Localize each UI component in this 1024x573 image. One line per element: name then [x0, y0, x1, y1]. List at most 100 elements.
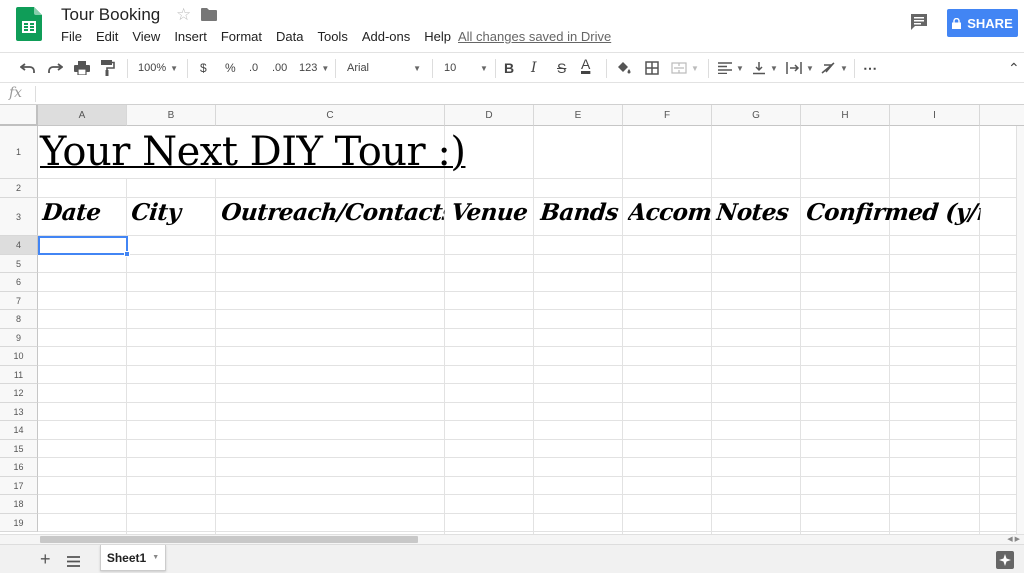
fill-color-icon[interactable]: [616, 59, 632, 77]
column-header-b[interactable]: B: [127, 105, 216, 126]
bold-button[interactable]: B: [504, 59, 514, 77]
font-size-select[interactable]: 10 ▼: [444, 59, 488, 77]
increase-decimals-button[interactable]: .00: [272, 59, 287, 77]
sheets-logo-icon[interactable]: [16, 7, 42, 41]
row-header-19[interactable]: 19: [0, 514, 38, 532]
horizontal-scrollbar[interactable]: ◀ ▶: [0, 534, 1024, 544]
folder-icon[interactable]: [201, 8, 217, 21]
row-header-3[interactable]: 3: [0, 198, 38, 236]
header-cell-outreach-contacts[interactable]: Outreach/Contacts: [219, 199, 446, 235]
share-button[interactable]: SHARE: [947, 9, 1018, 37]
header-cell-date[interactable]: Date: [40, 199, 128, 235]
select-all-corner[interactable]: [0, 105, 38, 126]
add-sheet-button[interactable]: +: [40, 549, 51, 570]
header-cell-city[interactable]: City: [129, 199, 217, 235]
scroll-arrows-icon[interactable]: ◀ ▶: [1007, 535, 1020, 543]
strikethrough-button[interactable]: S: [557, 59, 566, 77]
explore-button[interactable]: [996, 551, 1014, 569]
row-header-9[interactable]: 9: [0, 329, 38, 347]
font-family-select[interactable]: Arial ▼: [347, 59, 421, 77]
active-cell-a4[interactable]: [38, 236, 128, 255]
row-header-15[interactable]: 15: [0, 440, 38, 458]
zoom-select[interactable]: 100% ▼: [138, 59, 178, 77]
undo-icon[interactable]: [20, 59, 36, 77]
paint-format-icon[interactable]: [101, 59, 115, 77]
menu-view[interactable]: View: [132, 29, 160, 45]
column-header-f[interactable]: F: [623, 105, 712, 126]
chevron-down-icon[interactable]: ▼: [152, 554, 159, 561]
column-header-i[interactable]: I: [890, 105, 980, 126]
merge-cells-icon: ▼: [671, 59, 699, 77]
menu-help[interactable]: Help: [424, 29, 451, 45]
column-header-g[interactable]: G: [712, 105, 801, 126]
row-header-6[interactable]: 6: [0, 273, 38, 292]
menu-format[interactable]: Format: [221, 29, 262, 45]
row-header-5[interactable]: 5: [0, 255, 38, 273]
header-cell-bands[interactable]: Bands: [538, 199, 624, 235]
lock-icon: [952, 17, 962, 29]
fill-handle[interactable]: [124, 251, 130, 257]
column-header-e[interactable]: E: [534, 105, 623, 126]
header-cell-venue[interactable]: Venue: [449, 199, 535, 235]
row-header-4[interactable]: 4: [0, 236, 38, 255]
more-formats-select[interactable]: 123 ▼: [299, 59, 329, 77]
row-header-8[interactable]: 8: [0, 310, 38, 329]
menu-insert[interactable]: Insert: [174, 29, 207, 45]
save-status[interactable]: All changes saved in Drive: [458, 29, 611, 44]
chevron-down-icon: ▼: [480, 63, 488, 73]
horizontal-scrollbar-thumb[interactable]: [40, 536, 418, 543]
currency-format-button[interactable]: $: [200, 59, 207, 77]
percent-format-button[interactable]: %: [225, 59, 236, 77]
spreadsheet-grid[interactable]: A B C D E F G H I 1 2 3 4 5 6 7 8 9 10 1…: [0, 105, 1024, 534]
column-header-d[interactable]: D: [445, 105, 534, 126]
chevron-down-icon: ▼: [321, 63, 330, 73]
column-header-h[interactable]: H: [801, 105, 890, 126]
column-header-a[interactable]: A: [38, 105, 127, 126]
text-wrapping-icon[interactable]: ▼: [786, 59, 814, 77]
borders-icon[interactable]: [645, 59, 659, 77]
all-sheets-icon[interactable]: [67, 554, 80, 567]
row-header-2[interactable]: 2: [0, 179, 38, 198]
decrease-decimals-button[interactable]: .0: [249, 59, 258, 77]
row-header-17[interactable]: 17: [0, 477, 38, 495]
menu-file[interactable]: File: [61, 29, 82, 45]
toolbar: 100% ▼ $ % .0 .00 123 ▼ Arial ▼ 10 ▼ B I S A…: [0, 52, 1024, 83]
row-header-10[interactable]: 10: [0, 347, 38, 366]
text-rotation-icon[interactable]: ▼: [820, 59, 848, 77]
menu-tools[interactable]: Tools: [317, 29, 347, 45]
more-formats-label: 123: [299, 62, 318, 74]
document-title[interactable]: Tour Booking: [61, 5, 160, 25]
row-header-12[interactable]: 12: [0, 384, 38, 403]
horizontal-align-icon[interactable]: ▼: [718, 59, 744, 77]
column-header-c[interactable]: C: [216, 105, 445, 126]
formula-bar: fx: [0, 83, 1024, 105]
comments-icon[interactable]: [909, 12, 929, 32]
print-icon[interactable]: [74, 59, 90, 77]
title-cell-a1[interactable]: Your Next DIY Tour :): [40, 129, 466, 175]
italic-button[interactable]: I: [531, 59, 537, 77]
row-header-14[interactable]: 14: [0, 421, 38, 440]
more-options-icon[interactable]: ⋯: [863, 59, 877, 77]
redo-icon[interactable]: [47, 59, 63, 77]
menu-data[interactable]: Data: [276, 29, 303, 45]
vertical-align-icon[interactable]: ▼: [752, 59, 778, 77]
row-header-1[interactable]: 1: [0, 126, 38, 179]
collapse-label: ⌃: [1008, 59, 1020, 76]
row-header-11[interactable]: 11: [0, 366, 38, 384]
header-cell-confirmed[interactable]: Confirmed (y/n): [804, 199, 982, 235]
row-header-7[interactable]: 7: [0, 292, 38, 310]
row-header-13[interactable]: 13: [0, 403, 38, 421]
row-header-16[interactable]: 16: [0, 458, 38, 477]
text-color-button[interactable]: A: [581, 57, 590, 75]
collapse-menus-icon[interactable]: ⌃: [1008, 59, 1020, 77]
vertical-scrollbar[interactable]: [1016, 126, 1024, 534]
header-cell-accomodations[interactable]: Accomodations: [626, 199, 713, 235]
menu-add-ons[interactable]: Add-ons: [362, 29, 410, 45]
sheet-tab[interactable]: Sheet1 ▼: [100, 545, 166, 571]
row-header-18[interactable]: 18: [0, 495, 38, 514]
star-icon[interactable]: ☆: [176, 5, 191, 25]
menu-edit[interactable]: Edit: [96, 29, 118, 45]
chevron-down-icon: ▼: [691, 63, 699, 73]
formula-input[interactable]: [40, 86, 1020, 102]
header-cell-notes[interactable]: Notes: [714, 199, 802, 235]
